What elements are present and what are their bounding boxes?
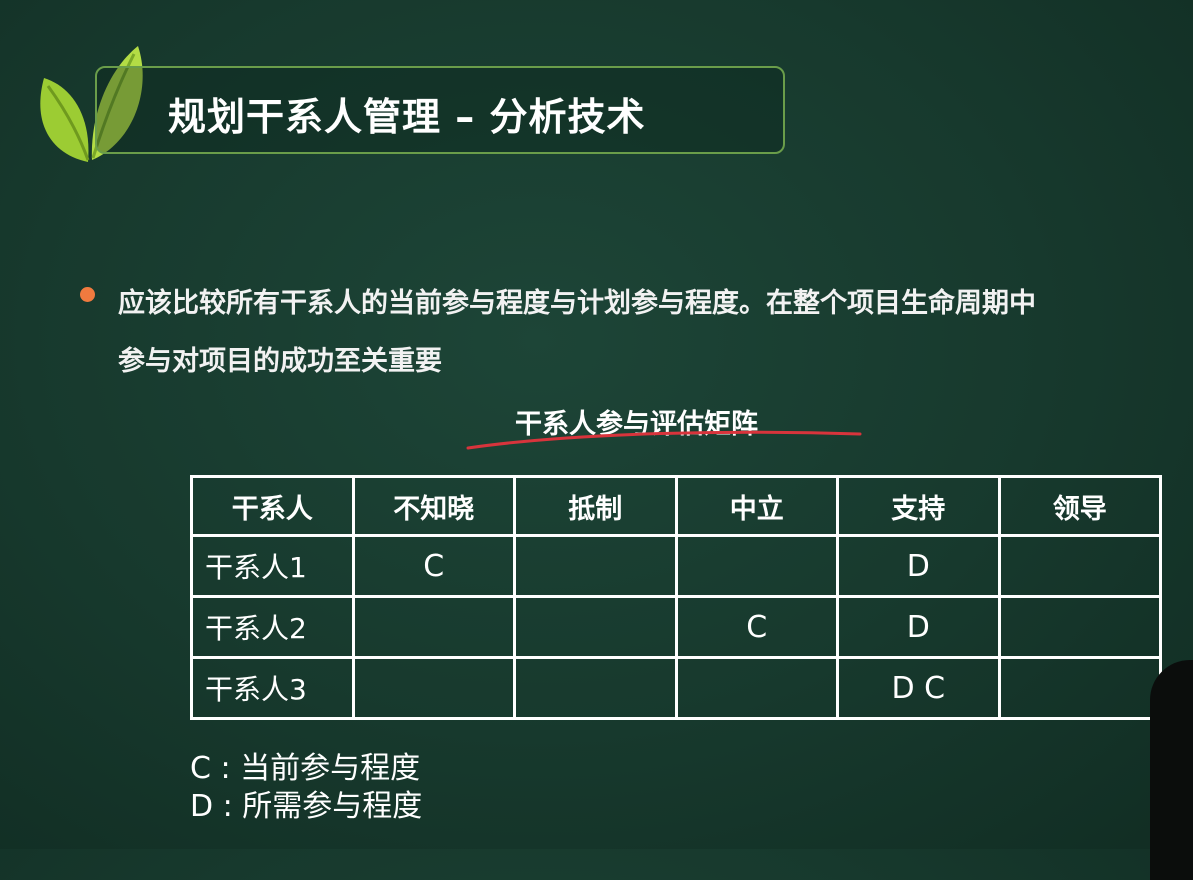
bullet-line-1: 应该比较所有干系人的当前参与程度与计划参与程度。在整个项目生命周期中 [118, 288, 1036, 319]
table-cell [513, 534, 678, 598]
header-cell: 干系人 [190, 475, 355, 537]
table-cell [351, 656, 516, 720]
table-cell: D [836, 534, 1001, 598]
table-cell [674, 656, 839, 720]
header-cell: 领导 [997, 475, 1162, 537]
bullet-line-2: 参与对项目的成功至关重要 [118, 346, 442, 377]
table-cell: D C [836, 656, 1001, 720]
red-underline-annotation [466, 430, 862, 450]
table-cell: D [836, 595, 1001, 659]
slide-title: 规划干系人管理 – 分析技术 [168, 95, 646, 139]
row-label: 干系人2 [190, 595, 355, 659]
presenter-silhouette [1150, 660, 1193, 880]
legend-item-d: D : 所需参与程度 [190, 789, 423, 824]
table-cell [997, 595, 1162, 659]
table-header-row: 干系人 不知晓 抵制 中立 支持 领导 [190, 475, 1162, 537]
bullet-text: 应该比较所有干系人的当前参与程度与计划参与程度。在整个项目生命周期中 参与对项目… [118, 275, 1193, 391]
table-row: 干系人3 D C [190, 656, 1162, 720]
row-label: 干系人1 [190, 534, 355, 598]
table-cell [997, 534, 1162, 598]
header-cell: 支持 [836, 475, 1001, 537]
table-cell [513, 595, 678, 659]
bullet-dot-icon [80, 287, 95, 302]
header-cell: 不知晓 [351, 475, 516, 537]
engagement-matrix-table: 干系人 不知晓 抵制 中立 支持 领导 干系人1 C D 干系人2 C D 干系… [190, 475, 1162, 720]
table-cell [513, 656, 678, 720]
table-cell [351, 595, 516, 659]
table-cell [997, 656, 1162, 720]
header-cell: 中立 [674, 475, 839, 537]
table-row: 干系人1 C D [190, 534, 1162, 598]
table-row: 干系人2 C D [190, 595, 1162, 659]
legend: C : 当前参与程度 D : 所需参与程度 [190, 750, 422, 826]
table-cell: C [674, 595, 839, 659]
legend-item-c: C : 当前参与程度 [190, 751, 421, 786]
table-cell: C [351, 534, 516, 598]
table-cell [674, 534, 839, 598]
header-cell: 抵制 [513, 475, 678, 537]
row-label: 干系人3 [190, 656, 355, 720]
